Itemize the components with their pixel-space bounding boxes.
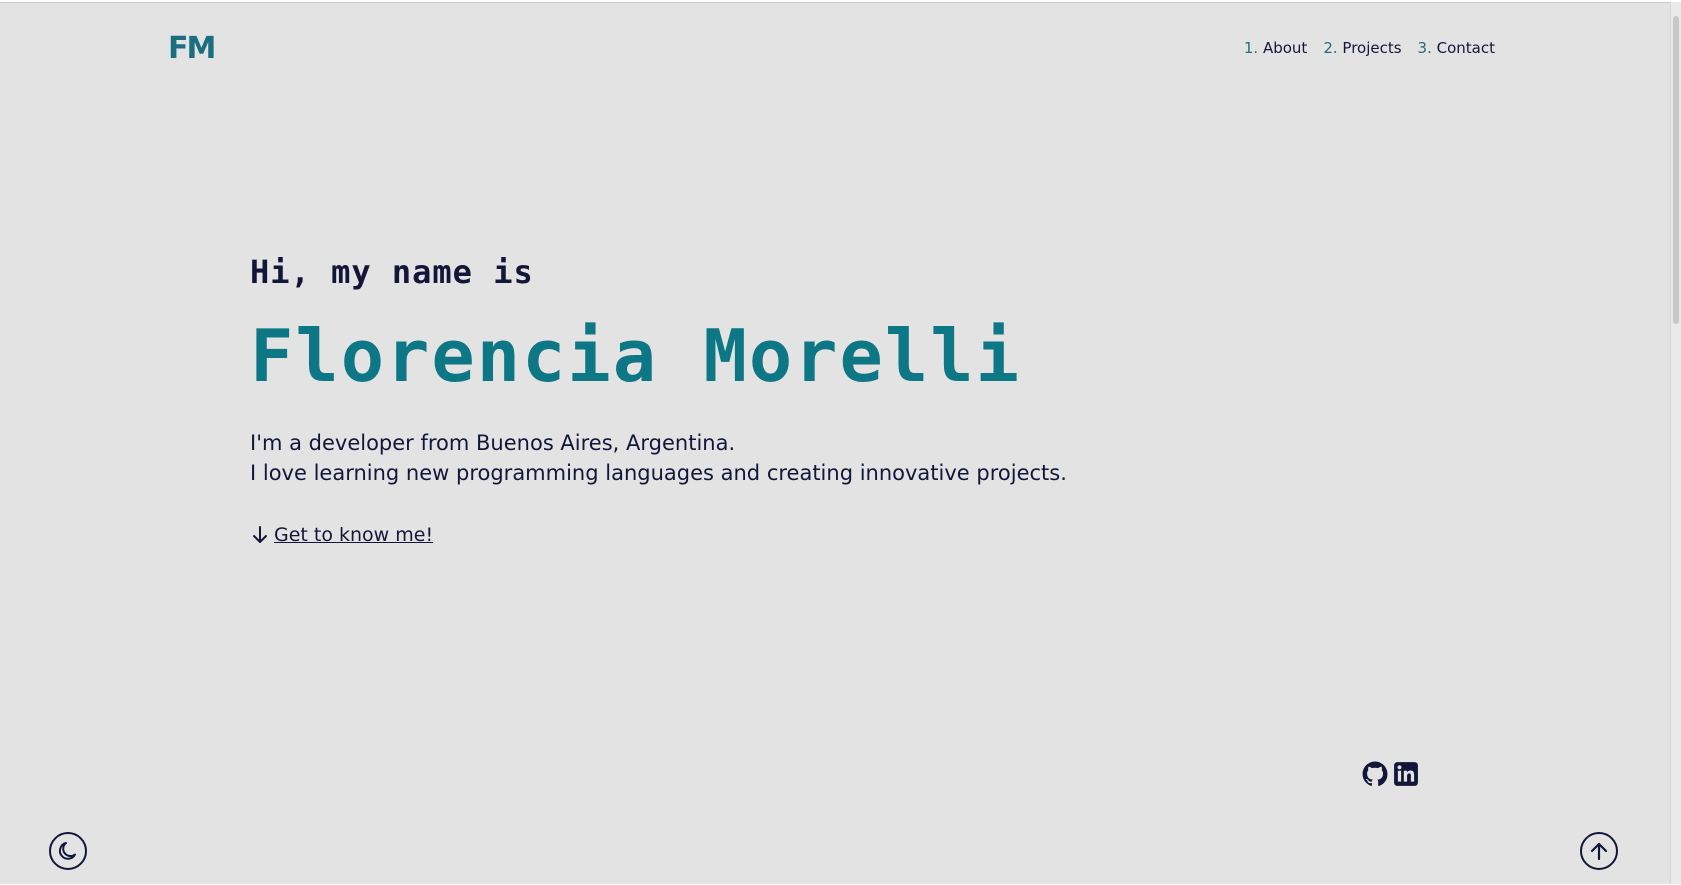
site-logo[interactable]: FM — [168, 33, 216, 65]
linkedin-icon[interactable] — [1393, 761, 1419, 787]
github-icon[interactable] — [1362, 761, 1388, 787]
nav-item-label: Contact — [1436, 39, 1495, 57]
nav-item-number: 1. — [1243, 39, 1259, 57]
scroll-to-top-button[interactable] — [1580, 832, 1618, 870]
nav-item-number: 2. — [1323, 39, 1338, 57]
vertical-scrollbar[interactable] — [1670, 2, 1681, 884]
hero-description-line: I love learning new programming language… — [250, 461, 1067, 486]
nav-item-contact[interactable]: 3. Contact — [1418, 39, 1495, 57]
nav-item-label: About — [1262, 39, 1308, 57]
get-to-know-me-link[interactable]: Get to know me! — [250, 524, 1067, 546]
nav-item-number: 3. — [1417, 39, 1432, 57]
nav-item-label: Projects — [1342, 39, 1402, 57]
moon-icon — [58, 842, 76, 860]
nav-item-about[interactable]: 1. About — [1244, 39, 1307, 57]
theme-toggle-button[interactable] — [49, 832, 87, 870]
hero-section: Hi, my name is Florencia Morelli I'm a d… — [250, 253, 1067, 546]
hero-description: I'm a developer from Buenos Aires, Argen… — [250, 428, 1067, 488]
page: FM 1. About 2. Projects 3. Contact Hi, m… — [0, 2, 1670, 884]
browser-viewport: FM 1. About 2. Projects 3. Contact Hi, m… — [0, 0, 1681, 885]
hero-greeting: Hi, my name is — [250, 253, 534, 291]
social-links — [1362, 761, 1419, 787]
hero-description-line: I'm a developer from Buenos Aires, Argen… — [250, 431, 736, 456]
nav-item-projects[interactable]: 2. Projects — [1323, 39, 1401, 57]
main-nav: 1. About 2. Projects 3. Contact — [1244, 39, 1495, 57]
arrow-down-icon — [253, 526, 267, 544]
hero-name: Florencia Morelli — [250, 314, 1021, 398]
arrow-up-icon — [1590, 842, 1608, 861]
scrollbar-thumb[interactable] — [1673, 16, 1679, 324]
cta-label[interactable]: Get to know me! — [274, 524, 433, 546]
